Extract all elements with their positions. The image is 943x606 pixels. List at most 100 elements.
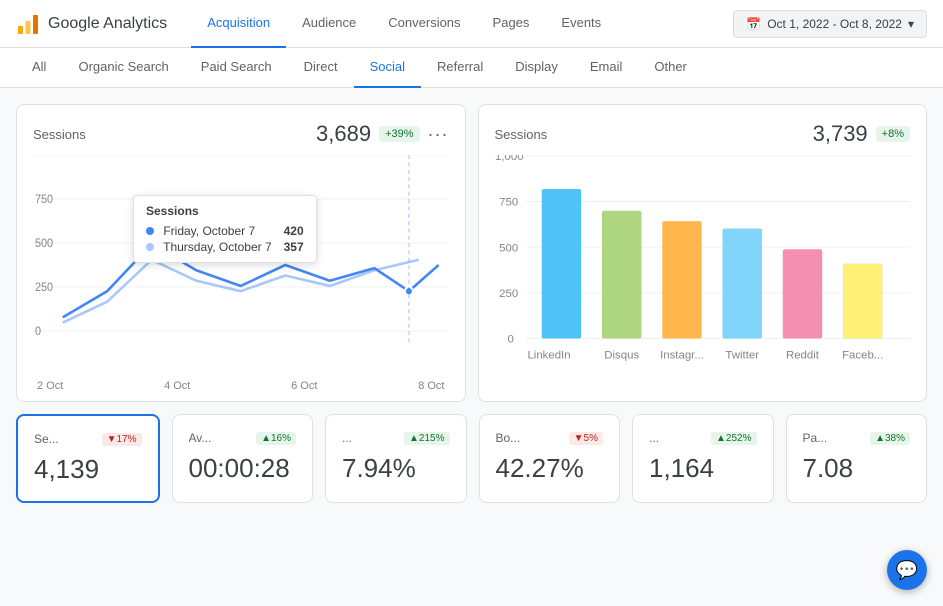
logo-icon <box>16 12 40 36</box>
metric-card-avg-session[interactable]: Av... ▲16% 00:00:28 <box>172 414 314 503</box>
svg-text:0: 0 <box>35 326 41 338</box>
svg-text:250: 250 <box>35 282 53 294</box>
metric-value-5: 1,164 <box>649 453 757 484</box>
nav-pages[interactable]: Pages <box>477 0 546 48</box>
chat-icon: 💬 <box>896 560 918 581</box>
chart-tooltip: Sessions Friday, October 7 420 Thursday,… <box>133 195 317 263</box>
metric-badge-avg: ▲16% <box>256 432 296 445</box>
line-chart-container: Sessions Friday, October 7 420 Thursday,… <box>33 155 449 375</box>
metric-label-bounce: Bo... <box>496 431 521 445</box>
tab-direct[interactable]: Direct <box>288 48 354 88</box>
tab-organic-search[interactable]: Organic Search <box>62 48 184 88</box>
line-chart-badge: +39% <box>379 126 419 142</box>
metric-badge-bounce: ▼5% <box>569 432 603 445</box>
metric-card-pages[interactable]: Pa... ▲38% 7.08 <box>786 414 928 503</box>
bar-chart-header: Sessions 3,739 +8% <box>495 121 911 147</box>
metric-value-avg: 00:00:28 <box>189 453 297 484</box>
svg-text:0: 0 <box>507 334 513 346</box>
line-chart-value: 3,689 <box>316 121 371 147</box>
svg-text:Faceb...: Faceb... <box>842 349 883 361</box>
tab-bar: All Organic Search Paid Search Direct So… <box>0 48 943 88</box>
svg-text:LinkedIn: LinkedIn <box>527 349 570 361</box>
line-chart-svg: 0 250 500 750 <box>33 155 449 375</box>
x-label-3: 6 Oct <box>291 380 317 392</box>
metric-header-pages: Pa... ▲38% <box>803 431 911 445</box>
svg-text:250: 250 <box>499 288 518 300</box>
date-range-picker[interactable]: 📅 Oct 1, 2022 - Oct 8, 2022 ▾ <box>733 10 927 38</box>
tooltip-title: Sessions <box>146 204 304 218</box>
metric-value-pages: 7.08 <box>803 453 911 484</box>
metrics-row: Se... ▼17% 4,139 Av... ▲16% 00:00:28 ...… <box>16 414 927 503</box>
svg-text:750: 750 <box>35 194 53 206</box>
main-nav: Acquisition Audience Conversions Pages E… <box>191 0 733 48</box>
x-axis: 2 Oct 4 Oct 6 Oct 8 Oct <box>33 380 449 392</box>
nav-acquisition[interactable]: Acquisition <box>191 0 286 48</box>
line-chart-more-button[interactable]: ··· <box>428 124 449 145</box>
tooltip-dot-2 <box>146 243 154 251</box>
metric-header-avg: Av... ▲16% <box>189 431 297 445</box>
bar-chart-badge: +8% <box>876 126 910 142</box>
tooltip-row1-value: 420 <box>284 224 304 238</box>
tab-display[interactable]: Display <box>499 48 574 88</box>
chevron-down-icon: ▾ <box>908 17 914 31</box>
metric-value-bounce: 42.27% <box>496 453 604 484</box>
tooltip-row2-value: 357 <box>284 240 304 254</box>
bar-chart-card: Sessions 3,739 +8% 1,000 750 5 <box>478 104 928 402</box>
metric-header-sessions: Se... ▼17% <box>34 432 142 446</box>
charts-row: Sessions 3,689 +39% ··· Sessions Friday,… <box>16 104 927 402</box>
line-chart-card: Sessions 3,689 +39% ··· Sessions Friday,… <box>16 104 466 402</box>
metric-label-pages: Pa... <box>803 431 828 445</box>
svg-text:Instagr...: Instagr... <box>660 349 704 361</box>
metric-card-3[interactable]: ... ▲215% 7.94% <box>325 414 467 503</box>
tab-email[interactable]: Email <box>574 48 639 88</box>
bar-chart-value-row: 3,739 +8% <box>813 121 910 147</box>
svg-text:Twitter: Twitter <box>725 349 759 361</box>
metric-value-sessions: 4,139 <box>34 454 142 485</box>
line-chart-value-row: 3,689 +39% ··· <box>316 121 449 147</box>
bar-chart-container: 1,000 750 500 250 0 <box>495 155 911 385</box>
metric-label-5: ... <box>649 431 659 445</box>
tooltip-dot-1 <box>146 227 154 235</box>
x-label-4: 8 Oct <box>418 380 444 392</box>
tab-other[interactable]: Other <box>638 48 703 88</box>
nav-audience[interactable]: Audience <box>286 0 372 48</box>
metric-card-5[interactable]: ... ▲252% 1,164 <box>632 414 774 503</box>
bar-chart-value: 3,739 <box>813 121 868 147</box>
line-chart-title: Sessions <box>33 127 86 142</box>
tooltip-row1-label: Friday, October 7 <box>146 224 255 238</box>
metric-header-bounce: Bo... ▼5% <box>496 431 604 445</box>
tab-social[interactable]: Social <box>354 48 421 88</box>
svg-text:750: 750 <box>499 197 518 209</box>
svg-text:Reddit: Reddit <box>785 349 819 361</box>
metric-header-3: ... ▲215% <box>342 431 450 445</box>
line-chart-header: Sessions 3,689 +39% ··· <box>33 121 449 147</box>
date-range-label: Oct 1, 2022 - Oct 8, 2022 <box>767 17 902 31</box>
bar-chart-title: Sessions <box>495 127 548 142</box>
tooltip-row2-label: Thursday, October 7 <box>146 240 272 254</box>
chat-bubble-button[interactable]: 💬 <box>887 550 927 590</box>
metric-header-5: ... ▲252% <box>649 431 757 445</box>
logo: Google Analytics <box>16 12 167 36</box>
app-name: Google Analytics <box>48 15 167 33</box>
metric-card-bounce[interactable]: Bo... ▼5% 42.27% <box>479 414 621 503</box>
tab-all[interactable]: All <box>16 48 62 88</box>
tooltip-row-2: Thursday, October 7 357 <box>146 240 304 254</box>
nav-events[interactable]: Events <box>545 0 617 48</box>
bar-chart-svg: 1,000 750 500 250 0 <box>495 155 911 385</box>
tab-paid-search[interactable]: Paid Search <box>185 48 288 88</box>
x-label-2: 4 Oct <box>164 380 190 392</box>
svg-text:500: 500 <box>499 242 518 254</box>
calendar-icon: 📅 <box>746 17 761 31</box>
metric-card-sessions[interactable]: Se... ▼17% 4,139 <box>16 414 160 503</box>
svg-text:1,000: 1,000 <box>495 155 524 163</box>
nav-conversions[interactable]: Conversions <box>372 0 476 48</box>
metric-label-3: ... <box>342 431 352 445</box>
main-content: Sessions 3,689 +39% ··· Sessions Friday,… <box>0 88 943 519</box>
metric-badge-3: ▲215% <box>404 432 449 445</box>
metric-badge-5: ▲252% <box>711 432 756 445</box>
tab-referral[interactable]: Referral <box>421 48 499 88</box>
x-label-1: 2 Oct <box>37 380 63 392</box>
metric-badge-pages: ▲38% <box>870 432 910 445</box>
metric-value-3: 7.94% <box>342 453 450 484</box>
metric-label-sessions: Se... <box>34 432 59 446</box>
